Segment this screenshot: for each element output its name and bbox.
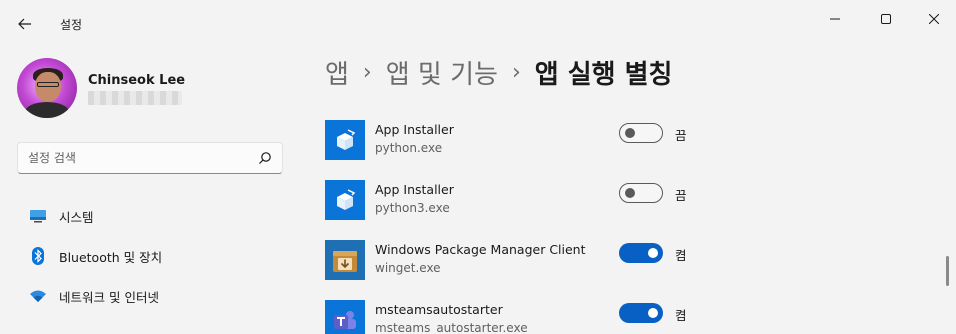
toggle-state-label: 끔 (675, 188, 687, 203)
alias-exe: python3.exe (375, 201, 450, 215)
download-box-icon (325, 240, 365, 280)
bluetooth-icon (17, 247, 59, 265)
sidebar: Chinseok Lee 시스템 Bluetooth 및 장치 (0, 40, 300, 334)
alias-exe: msteams_autostarter.exe (375, 321, 528, 334)
sidebar-item-bluetooth[interactable]: Bluetooth 및 장치 (17, 238, 283, 274)
maximize-button[interactable] (863, 8, 909, 30)
list-item: App Installer python.exe 끔 (324, 112, 924, 168)
breadcrumb: 앱 › 앱 및 기능 › 앱 실행 별칭 (325, 52, 672, 92)
close-button[interactable] (911, 8, 956, 30)
alias-exe: winget.exe (375, 261, 441, 275)
sidebar-item-label: 시스템 (59, 209, 94, 225)
breadcrumb-apps[interactable]: 앱 (325, 54, 349, 91)
list-item: msteamsautostarter msteams_autostarter.e… (324, 292, 924, 334)
page-title: 앱 실행 별칭 (534, 59, 673, 90)
alias-exe: python.exe (375, 141, 443, 155)
alias-toggle[interactable] (619, 183, 663, 203)
back-button[interactable] (10, 10, 40, 38)
sidebar-item-network[interactable]: 네트워크 및 인터넷 (17, 278, 283, 314)
teams-icon (325, 300, 365, 334)
search-icon[interactable] (258, 151, 272, 165)
toggle-state-label: 끔 (675, 128, 687, 143)
app-name: App Installer (375, 122, 454, 137)
package-icon (325, 180, 365, 220)
user-email-redacted (88, 91, 182, 105)
sidebar-item-system[interactable]: 시스템 (17, 198, 283, 234)
alias-toggle[interactable] (619, 123, 663, 143)
close-icon (929, 14, 939, 24)
app-name: Windows Package Manager Client (375, 242, 586, 257)
breadcrumb-apps-features[interactable]: 앱 및 기능 (386, 54, 498, 91)
scrollbar-thumb[interactable] (946, 256, 949, 286)
alias-toggle[interactable] (619, 303, 663, 323)
alias-toggle[interactable] (619, 243, 663, 263)
list-item: Windows Package Manager Client winget.ex… (324, 232, 924, 288)
breadcrumb-separator: › (362, 59, 372, 85)
back-arrow-icon (18, 18, 31, 30)
title-bar: 설정 (0, 0, 956, 40)
avatar[interactable] (17, 58, 77, 118)
monitor-icon (17, 209, 59, 223)
maximize-icon (881, 14, 891, 24)
package-icon (325, 120, 365, 160)
toggle-state-label: 켬 (675, 308, 687, 323)
toggle-state-label: 켬 (675, 248, 687, 263)
breadcrumb-separator: › (511, 59, 521, 85)
sidebar-item-label: 네트워크 및 인터넷 (59, 289, 159, 305)
user-name: Chinseok Lee (88, 73, 186, 88)
wifi-icon (17, 289, 59, 303)
window-title: 설정 (60, 18, 83, 32)
minimize-button[interactable] (812, 8, 858, 30)
alias-list: App Installer python.exe 끔 App Installer… (324, 112, 944, 334)
minimize-icon (830, 18, 840, 20)
list-item: App Installer python3.exe 끔 (324, 172, 924, 228)
app-name: msteamsautostarter (375, 302, 503, 317)
search-input[interactable] (28, 149, 248, 167)
search-box (17, 142, 283, 174)
app-name: App Installer (375, 182, 454, 197)
sidebar-item-label: Bluetooth 및 장치 (59, 249, 163, 265)
